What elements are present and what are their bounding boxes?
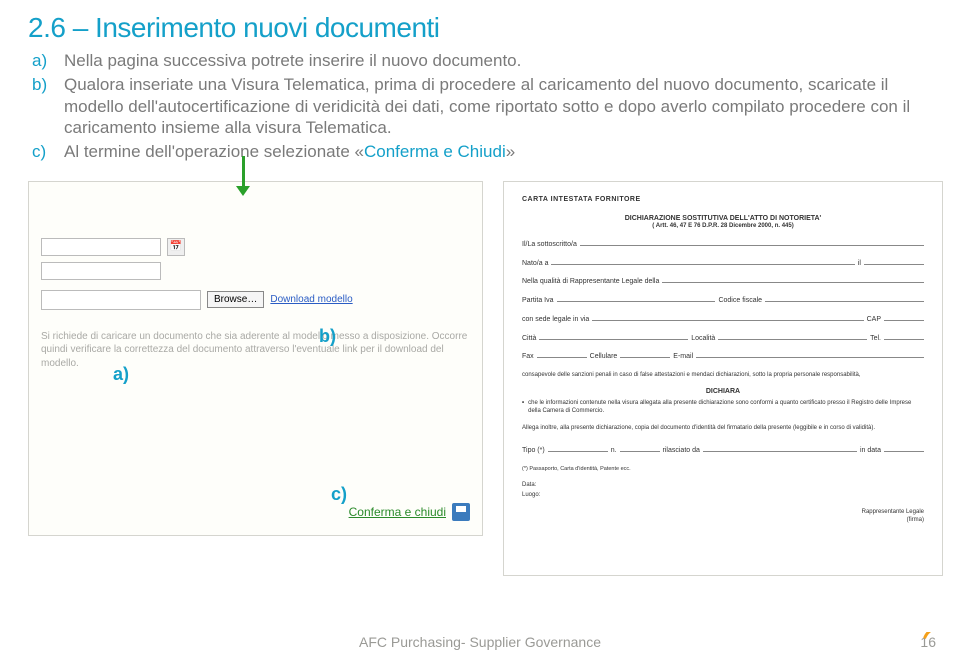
document-preview-panel: CARTA INTESTATA FORNITORE DICHIARAZIONE … bbox=[503, 181, 943, 576]
callout-marker-a: a) bbox=[113, 364, 129, 385]
browse-button[interactable]: Browse… bbox=[207, 291, 264, 308]
bullet-c: c) bbox=[32, 141, 50, 163]
instruction-item-c: c) Al termine dell'operazione selezionat… bbox=[32, 141, 932, 163]
footer-text: AFC Purchasing- Supplier Governance bbox=[0, 634, 960, 650]
bullet-a: a) bbox=[32, 50, 50, 72]
doc-signature-label: Rappresentante Legale (firma) bbox=[522, 509, 924, 524]
green-arrow-icon bbox=[236, 156, 250, 196]
doc-title: DICHIARAZIONE SOSTITUTIVA DELL'ATTO DI N… bbox=[522, 215, 924, 224]
upload-form-panel: 📅 Browse… Download modello Si richiede d… bbox=[28, 181, 483, 536]
callout-marker-b: b) bbox=[319, 326, 336, 347]
text-c: Al termine dell'operazione selezionate «… bbox=[64, 141, 515, 163]
callout-marker-c: c) bbox=[331, 484, 347, 505]
file-path-input[interactable] bbox=[41, 290, 201, 310]
doc-subtitle: ( Artt. 46, 47 E 76 D.P.R. 28 Dicembre 2… bbox=[522, 223, 924, 231]
doc-para-2: Allega inoltre, alla presente dichiarazi… bbox=[522, 425, 924, 433]
section-heading: 2.6 – Inserimento nuovi documenti bbox=[28, 12, 932, 44]
instruction-item-a: a) Nella pagina successiva potrete inser… bbox=[32, 50, 932, 72]
save-disk-icon[interactable] bbox=[452, 503, 470, 521]
text-input-2[interactable] bbox=[41, 262, 161, 280]
text-a: Nella pagina successiva potrete inserire… bbox=[64, 50, 521, 72]
upload-hint-text: Si richiede di caricare un documento che… bbox=[41, 330, 470, 371]
download-modello-link[interactable]: Download modello bbox=[270, 294, 352, 305]
instruction-item-b: b) Qualora inseriate una Visura Telemati… bbox=[32, 74, 932, 139]
doc-bullet-1: •che le informazioni contenute nella vis… bbox=[522, 400, 924, 415]
instruction-list: a) Nella pagina successiva potrete inser… bbox=[28, 50, 932, 163]
doc-tipo-note: (*) Passaporto, Carta d'identità, Patent… bbox=[522, 466, 924, 473]
text-b: Qualora inseriate una Visura Telematica,… bbox=[64, 74, 932, 139]
doc-dichiara: DICHIARA bbox=[522, 388, 924, 397]
corner-decoration-icon bbox=[918, 632, 952, 656]
doc-para-1: consapevole delle sanzioni penali in cas… bbox=[522, 372, 924, 380]
doc-letterhead: CARTA INTESTATA FORNITORE bbox=[522, 196, 924, 205]
date-row: 📅 bbox=[41, 238, 470, 256]
conferma-e-chiudi-link[interactable]: Conferma e chiudi bbox=[349, 505, 446, 519]
calendar-icon[interactable]: 📅 bbox=[167, 238, 185, 256]
bullet-b: b) bbox=[32, 74, 50, 139]
highlight-conferma: Conferma e Chiudi bbox=[364, 142, 506, 161]
date-input[interactable] bbox=[41, 238, 161, 256]
